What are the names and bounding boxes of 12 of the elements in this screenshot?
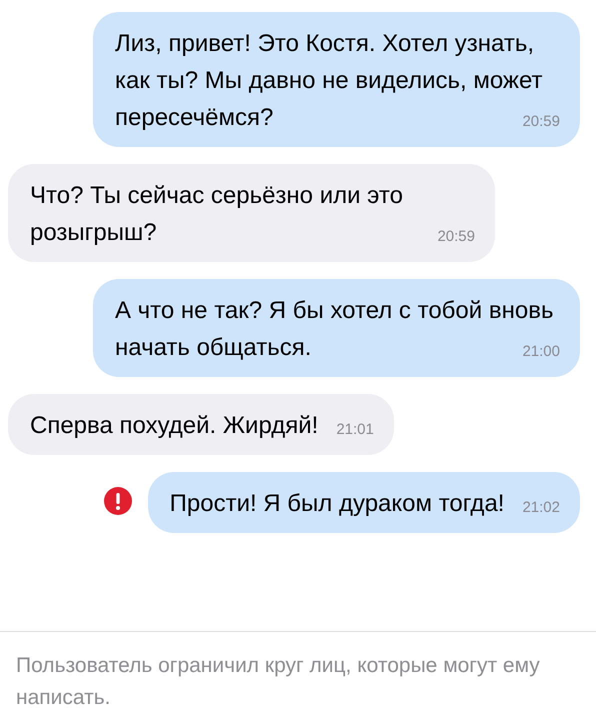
- message-time: 21:01: [336, 421, 374, 439]
- message-time: 20:59: [522, 113, 560, 131]
- message-bubble[interactable]: Сперва похудей. Жирдяй! 21:01: [8, 394, 394, 455]
- message-time: 21:00: [522, 343, 560, 361]
- message-bubble[interactable]: Лиз, привет! Это Костя. Хотел узнать, как ты? Мы давно не виделись, может пересечёмся? 20:59: [93, 12, 580, 147]
- message-time: 21:02: [522, 499, 560, 517]
- message-bubble[interactable]: А что не так? Я бы хотел с тобой вновь начать общаться. 21:00: [93, 279, 580, 377]
- restriction-notice: Пользователь ограничил круг лиц, которые могут ему написать.: [0, 631, 596, 714]
- error-icon[interactable]: [104, 487, 132, 515]
- message-bubble[interactable]: Что? Ты сейчас серьёзно или это розыгрыш? 20:59: [8, 164, 495, 262]
- message-bubble[interactable]: Прости! Я был дураком тогда! 21:02: [148, 472, 580, 533]
- message-time: 20:59: [437, 228, 475, 246]
